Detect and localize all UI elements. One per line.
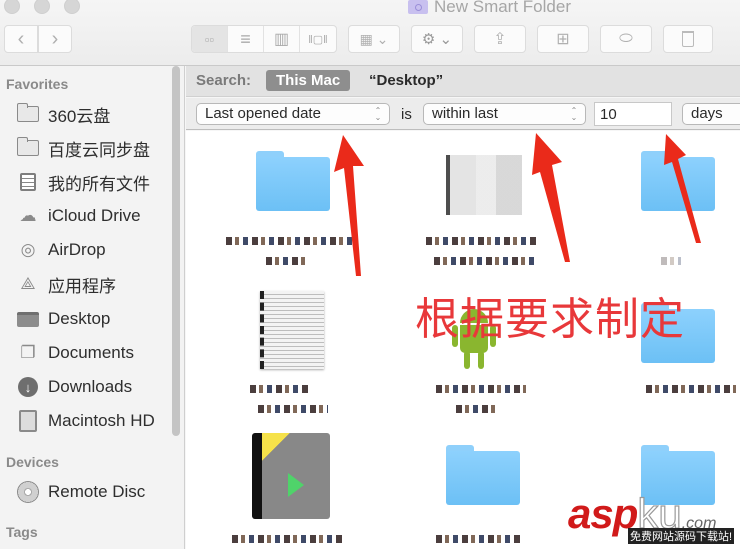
annotation-arrow (334, 135, 364, 276)
annotation-arrow (532, 133, 570, 262)
annotation-arrow (664, 134, 701, 243)
annotation-arrows (334, 133, 701, 276)
watermark-subtitle: 免费网站源码下载站! (628, 528, 735, 544)
watermark-asp: asp (568, 490, 638, 537)
finder-window: New Smart Folder ‹ › ▫▫ ≡ ▥ ‖▢‖ ▦ ⌄ ⚙ ⌄ … (0, 0, 740, 549)
watermark: aspku.com 免费网站源码下载站! (568, 489, 735, 544)
annotation-text: 根据要求制定 (415, 294, 685, 345)
